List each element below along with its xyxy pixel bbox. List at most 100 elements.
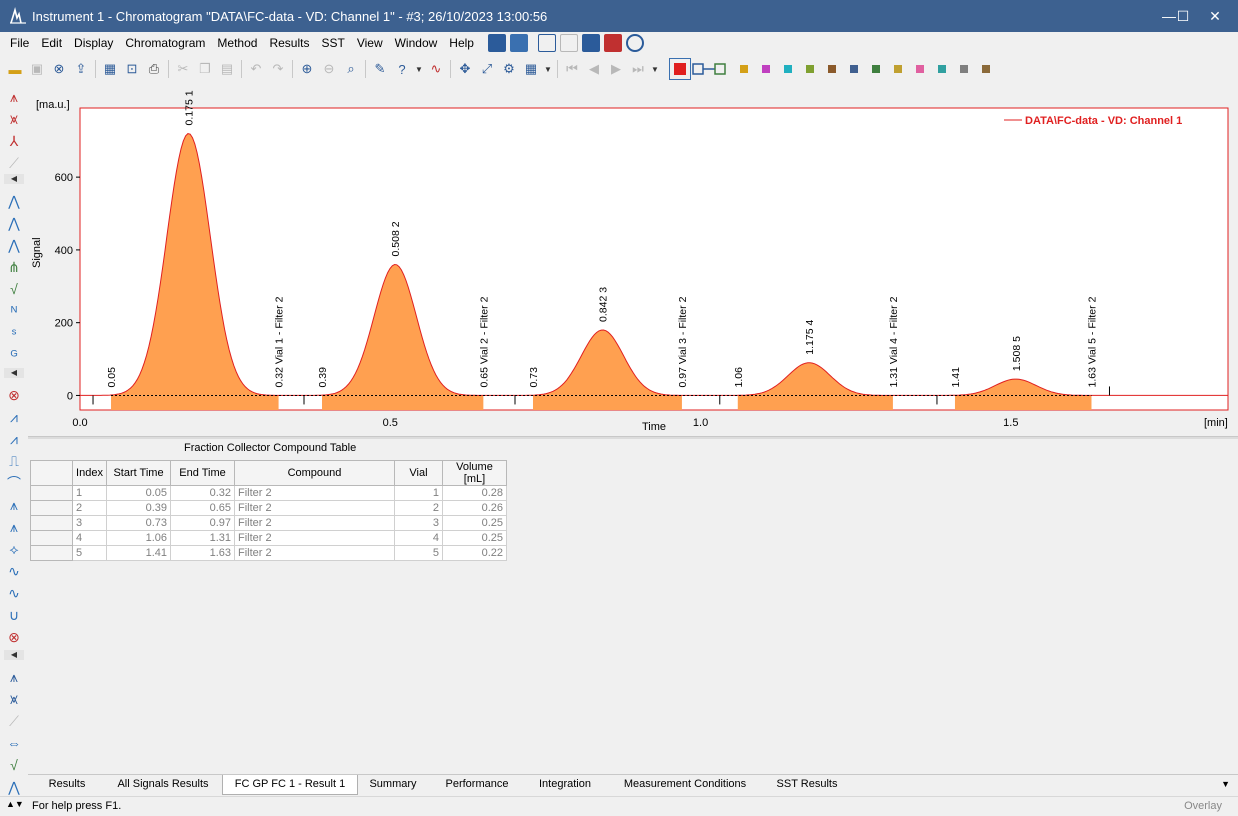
wave-icon[interactable]: ∿ [5,584,23,602]
open-folder-icon[interactable]: ▬ [6,60,24,78]
tab-all-signals-results[interactable]: All Signals Results [108,775,218,794]
col-header-vial[interactable]: Vial [394,460,443,486]
menu-results[interactable]: Results [263,36,315,50]
peak-s-icon[interactable]: ˢ [5,324,23,342]
baseline-valley-icon[interactable]: ⋀ [5,214,23,232]
settings-icon[interactable]: ⚙ [500,60,518,78]
peak-add-icon[interactable]: ⋔ [5,258,23,276]
fraction-range-icon[interactable]: ⇔ [5,734,23,752]
splitter[interactable] [28,436,1238,439]
tab-sst-results[interactable]: SST Results [772,775,842,794]
tangent-icon[interactable]: ⩘ [5,408,23,426]
peak-split-icon[interactable]: ⩙ [5,110,23,128]
cell-compound[interactable]: Filter 2 [234,500,395,516]
signal-icon[interactable]: ∿ [427,60,445,78]
cell-vial[interactable]: 5 [394,545,443,561]
chevron-down-icon[interactable]: ▼ [415,60,423,78]
cell-vial[interactable]: 2 [394,500,443,516]
color-swatch-9[interactable] [916,65,924,73]
cell-vial[interactable]: 4 [394,530,443,546]
close-file-icon[interactable]: ⊗ [50,60,68,78]
menu-file[interactable]: File [4,36,35,50]
chevron-down-icon[interactable]: ▼ [544,60,552,78]
color-swatch-6[interactable] [850,65,858,73]
peak-delete-icon[interactable]: ⅄ [5,132,23,150]
negative-peak-icon[interactable]: ⟡ [5,540,23,558]
cell-start-time[interactable]: 1.41 [106,545,171,561]
u-shape-icon[interactable]: ∪ [5,606,23,624]
cell-start-time[interactable]: 0.39 [106,500,171,516]
last-icon[interactable]: ⏭ [629,60,647,78]
cell-compound[interactable]: Filter 2 [234,515,395,531]
previous-icon[interactable]: ◀ [585,60,603,78]
menu-method[interactable]: Method [211,36,263,50]
close-button[interactable]: ✕ [1192,0,1238,32]
cell-volume[interactable]: 0.26 [442,500,507,516]
peak-g-icon[interactable]: ᴳ [5,346,23,364]
vial-icon[interactable] [581,34,600,52]
copy-icon[interactable]: ❐ [196,60,214,78]
zoom-in-icon[interactable]: ⊕ [298,60,316,78]
cell-end-time[interactable]: 0.65 [170,500,235,516]
fraction-disabled-icon[interactable]: ⟋ [5,712,23,730]
col-header-select[interactable] [30,460,73,486]
collapse-arrow-icon[interactable]: ◀ [4,174,24,184]
baseline-icon[interactable]: ⋀ [5,192,23,210]
report-icon[interactable] [603,34,622,52]
selected-color-swatch[interactable] [669,58,691,80]
color-swatch-10[interactable] [938,65,946,73]
zoom-out-icon[interactable]: ⊖ [320,60,338,78]
tab-integration[interactable]: Integration [530,775,600,794]
calculator-icon[interactable]: ▦ [522,60,540,78]
peak-n-icon[interactable]: ᴺ [5,302,23,320]
expand-arrows-icon[interactable]: ▲▼ [6,799,24,809]
color-swatch-2[interactable] [762,65,770,73]
color-swatch-3[interactable] [784,65,792,73]
color-swatch-12[interactable] [982,65,990,73]
row-selector[interactable] [30,485,73,501]
cell-index[interactable]: 2 [72,500,107,516]
fraction-split-icon[interactable]: ⩙ [5,690,23,708]
menu-window[interactable]: Window [389,36,444,50]
redo-icon[interactable]: ↷ [269,60,287,78]
baseline-lock-icon[interactable]: ⋀ [5,236,23,254]
cell-end-time[interactable]: 0.32 [170,485,235,501]
cell-volume[interactable]: 0.25 [442,530,507,546]
table-row[interactable]: 4 1.06 1.31 Filter 2 4 0.25 [30,530,507,546]
fraction-band[interactable] [532,395,682,410]
menu-chromatogram[interactable]: Chromatogram [119,36,211,50]
front-tangent-icon[interactable]: ⩘ [5,430,23,448]
target-icon[interactable] [625,34,644,52]
cell-volume[interactable]: 0.22 [442,545,507,561]
fraction-collector-table[interactable]: Index Start Time End Time Compound Vial … [30,460,507,561]
cell-start-time[interactable]: 0.05 [106,485,171,501]
tab-fc-result[interactable]: FC GP FC 1 - Result 1 [222,775,358,795]
col-header-index[interactable]: Index [72,460,107,486]
wrench-icon[interactable]: ✎ [371,60,389,78]
area-icon[interactable]: ⩚ [5,518,23,536]
first-icon[interactable]: ⏮ [563,60,581,78]
cell-index[interactable]: 3 [72,515,107,531]
tab-measurement-conditions[interactable]: Measurement Conditions [614,775,756,794]
zoom-icon[interactable]: ⌕ [342,60,360,78]
compare-icon[interactable] [559,34,578,52]
cell-compound[interactable]: Filter 2 [234,530,395,546]
fraction-band[interactable] [322,395,484,410]
cell-index[interactable]: 1 [72,485,107,501]
cell-vial[interactable]: 3 [394,515,443,531]
image-icon[interactable]: ▦ [101,60,119,78]
tab-results[interactable]: Results [36,775,98,794]
fraction-icon[interactable]: ⩚ [5,668,23,686]
fraction-band[interactable] [737,395,893,410]
menu-sst[interactable]: SST [315,36,350,50]
print-preview-icon[interactable]: ⊡ [123,60,141,78]
cell-volume[interactable]: 0.25 [442,515,507,531]
fraction-band[interactable] [954,395,1092,410]
cell-end-time[interactable]: 0.97 [170,515,235,531]
peak-remove-icon[interactable]: ⊗ [5,386,23,404]
collapse-arrow-icon[interactable]: ◀ [4,368,24,378]
chevron-down-icon[interactable]: ▼ [651,60,659,78]
col-header-volume[interactable]: Volume [mL] [442,460,507,486]
tail-tangent-icon[interactable]: ⎍ [5,452,23,470]
menu-edit[interactable]: Edit [35,36,68,50]
